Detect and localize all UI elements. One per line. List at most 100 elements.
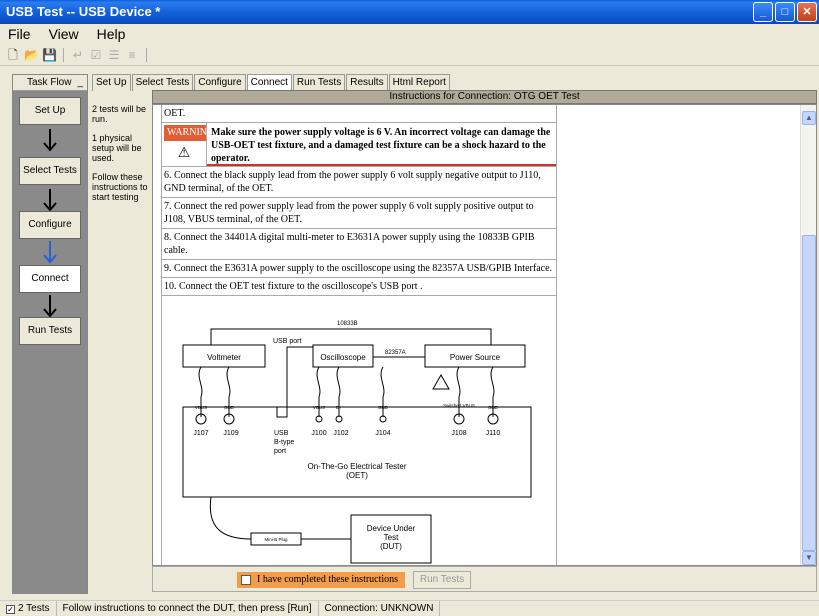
window-title: USB Test -- USB Device *	[6, 4, 161, 19]
run-icon[interactable]: ↵	[71, 48, 85, 62]
task-flow-panel: Task Flow _ Set Up Select Tests Configur…	[12, 74, 88, 594]
jack-label: J108	[451, 430, 466, 437]
usb-b-label: port	[274, 448, 286, 455]
step-connect-button[interactable]: Connect	[19, 265, 81, 293]
step-configure-button[interactable]: Configure	[19, 211, 81, 239]
check-icon: ✓	[6, 605, 15, 614]
oet-abbr: (OET)	[346, 471, 368, 480]
oet-title: On-The-Go Electrical Tester	[308, 462, 407, 471]
probe-label: D+	[336, 405, 342, 410]
status-tests-text: 2 Tests	[18, 603, 50, 614]
completed-checkbox-row[interactable]: I have completed these instructions	[237, 572, 405, 588]
instruction-line: OET.	[162, 105, 556, 123]
vertical-scrollbar[interactable]: ▲ ▼	[800, 105, 816, 565]
toolbar-separator	[63, 47, 64, 62]
hazard-icon	[432, 373, 450, 390]
minimize-button[interactable]: _	[753, 2, 773, 22]
step-setup-button[interactable]: Set Up	[19, 97, 81, 125]
oscilloscope-label: Oscilloscope	[320, 353, 366, 362]
menu-view[interactable]: View	[49, 24, 79, 44]
open-folder-icon[interactable]: 📂	[24, 48, 39, 62]
jack-label: J109	[223, 430, 238, 437]
probe-label: VBUS	[195, 405, 207, 410]
tab-select-tests[interactable]: Select Tests	[131, 74, 194, 91]
title-bar: USB Test -- USB Device * _ □ ✕	[0, 0, 819, 24]
maximize-button[interactable]: □	[775, 2, 795, 22]
step-select-tests-button[interactable]: Select Tests	[19, 157, 81, 185]
jack-label: J102	[333, 430, 348, 437]
probe-label: GND	[378, 405, 389, 410]
cable-label-mid: 82357A	[385, 350, 406, 356]
tab-setup[interactable]: Set Up	[92, 74, 131, 91]
new-file-icon[interactable]: 🗋	[6, 48, 20, 62]
dut-label: Device Under	[367, 524, 416, 533]
completed-checkbox[interactable]	[241, 575, 251, 585]
task-flow-header: Task Flow _	[13, 75, 87, 91]
warning-text: Make sure the power supply voltage is 6 …	[207, 123, 556, 166]
menu-help[interactable]: Help	[97, 24, 126, 44]
save-icon[interactable]: 💾	[42, 48, 57, 62]
warning-box: WARNING ⚠ Make sure the power supply vol…	[162, 123, 556, 167]
action-bar: I have completed these instructions Run …	[152, 566, 817, 592]
list-icon[interactable]: ☰	[107, 48, 121, 62]
oet-box	[182, 406, 532, 498]
mini-b-label: Mini-B Plug	[264, 537, 288, 542]
scroll-down-button[interactable]: ▼	[802, 551, 816, 565]
check-all-icon[interactable]: ☑	[89, 48, 103, 62]
close-button[interactable]: ✕	[797, 2, 817, 22]
tab-run-tests[interactable]: Run Tests	[292, 74, 346, 91]
scroll-thumb[interactable]	[802, 235, 816, 551]
cable-label-top: 10833B	[337, 321, 358, 327]
tab-strip: Set Up Select Tests Configure Connect Ru…	[92, 74, 451, 91]
run-tests-button[interactable]: Run Tests	[413, 571, 471, 589]
menu-file[interactable]: File	[8, 24, 31, 44]
tab-results[interactable]: Results	[346, 74, 388, 91]
status-connection: Connection: UNKNOWN	[319, 601, 441, 616]
probe-label: GND	[488, 405, 499, 410]
tab-html-report[interactable]: Html Report	[388, 74, 450, 91]
right-blank-pane	[557, 105, 802, 565]
task-flow-body: Set Up Select Tests Configure Connect Ru…	[13, 91, 87, 594]
pin-icon[interactable]: _	[77, 75, 83, 91]
probe-label: Switched VBUS	[443, 403, 475, 408]
usb-port-label: USB port	[273, 338, 301, 345]
step-run-tests-button[interactable]: Run Tests	[19, 317, 81, 345]
status-message: Follow instructions to connect the DUT, …	[57, 601, 319, 616]
completed-label: I have completed these instructions	[257, 574, 399, 585]
instruction-step: 7. Connect the red power supply lead fro…	[162, 198, 556, 229]
usb-b-port	[276, 406, 288, 418]
probe-label: VBUS	[313, 405, 325, 410]
dut-label: Test	[384, 533, 399, 542]
tab-configure[interactable]: Configure	[194, 74, 246, 91]
jack-label: J104	[375, 430, 390, 437]
probe-label: GND	[224, 405, 235, 410]
toolbar: 🗋 📂 💾 ↵ ☑ ☰ ≡	[0, 44, 819, 66]
toolbar-separator	[146, 47, 147, 62]
warning-label: WARNING	[164, 125, 214, 141]
instructions-header: Instructions for Connection: OTG OET Tes…	[152, 90, 817, 104]
usb-b-label: B-type	[274, 439, 294, 446]
power-source-label: Power Source	[450, 353, 501, 362]
status-tests: ✓ 2 Tests	[0, 601, 57, 616]
tests-count-text: 2 tests will be run.	[92, 104, 147, 124]
arrow-down-icon	[43, 129, 57, 152]
jack-label: J110	[486, 430, 501, 437]
instruction-step: 8. Connect the 34401A digital multi-mete…	[162, 229, 556, 260]
instructions-panel: OET. WARNING ⚠ Make sure the power suppl…	[152, 104, 817, 566]
arrow-down-icon	[43, 189, 57, 212]
instruction-step: 6. Connect the black supply lead from th…	[162, 167, 556, 198]
warning-triangle-icon: ⚠	[177, 146, 191, 161]
tab-connect[interactable]: Connect	[246, 74, 292, 91]
info-column: 2 tests will be run. 1 physical setup wi…	[92, 104, 150, 211]
voltmeter-label: Voltmeter	[207, 353, 241, 362]
instruction-step: 10. Connect the OET test fixture to the …	[162, 278, 556, 296]
scroll-up-button[interactable]: ▲	[802, 111, 816, 125]
jack-label: J100	[311, 430, 326, 437]
arrow-down-icon	[43, 241, 57, 264]
list-alt-icon[interactable]: ≡	[125, 48, 139, 62]
dut-label: (DUT)	[380, 542, 402, 551]
jack-label: J107	[193, 430, 208, 437]
follow-text: Follow these instructions to start testi…	[92, 172, 148, 202]
setup-count-text: 1 physical setup will be used.	[92, 133, 142, 163]
connection-diagram: 10833B USB port 82357A Voltmeter Oscillo…	[182, 321, 532, 564]
